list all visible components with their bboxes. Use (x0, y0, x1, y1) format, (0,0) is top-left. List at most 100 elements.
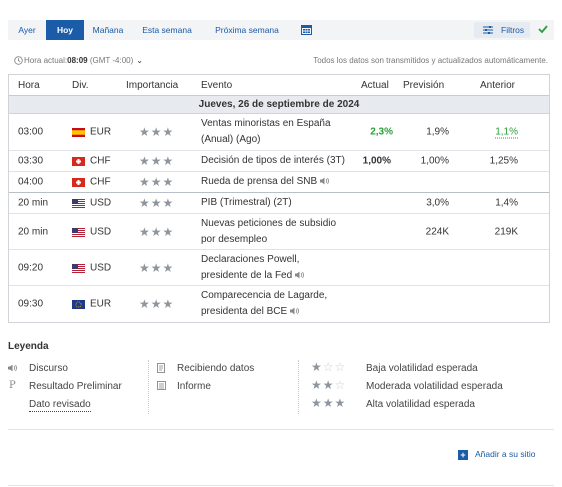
event-name[interactable]: Nuevas peticiones de subsidio por desempl… (201, 216, 366, 248)
actual-value: 1,00% (362, 155, 391, 167)
report-icon (157, 381, 166, 390)
usa-flag-icon (72, 263, 85, 273)
legend-informe: Informe (177, 381, 211, 392)
col-anterior: Anterior (480, 80, 516, 91)
filters-label: Filtros (501, 25, 525, 35)
event-time: 09:20 (18, 262, 44, 273)
col-evento: Evento (201, 80, 233, 91)
usa-flag-icon (72, 227, 85, 237)
col-hora: Hora (18, 80, 40, 91)
tab-esta-semana[interactable]: Esta semana (136, 20, 198, 40)
legend-discurso: Discurso (29, 363, 68, 374)
forecast-value: 3,0% (426, 197, 449, 209)
chevron-down-icon[interactable]: ⌄ (136, 56, 143, 65)
importance-stars: ★★★ (139, 154, 175, 168)
forecast-value: 1,00% (420, 155, 449, 167)
switzerland-flag-icon (72, 157, 85, 166)
time-prefix: Hora actual: (24, 56, 68, 65)
currency: EUR (90, 298, 112, 310)
importance-stars: ★★★ (139, 297, 175, 311)
economic-calendar-table: Hora Div. Importancia Evento Actual Prev… (8, 74, 550, 323)
event-line-2: presidenta del BCE (201, 306, 288, 317)
tab-hoy[interactable]: Hoy (46, 20, 84, 40)
actual-value: 2,3% (370, 126, 393, 138)
table-row[interactable]: 03:00 EUR ★★★ Ventas minoristas en Españ… (9, 114, 549, 151)
add-to-site-button[interactable]: + Añadir a su sitio (458, 448, 535, 460)
table-row[interactable]: 20 min USD ★★★ Nuevas peticiones de subs… (9, 214, 549, 250)
current-time[interactable]: Hora actual:08:09 (GMT -4:00) ⌄ (14, 55, 143, 67)
importance-stars: ★★★ (139, 260, 175, 275)
event-name[interactable]: Declaraciones Powell, presidente de la Fe… (201, 252, 366, 284)
legend-moderada: Moderada volatilidad esperada (366, 381, 503, 392)
low-volatility-stars: ★☆☆ (311, 360, 347, 374)
add-to-site-label: Añadir a su sitio (475, 449, 536, 459)
preliminary-icon: P (9, 380, 16, 391)
event-name[interactable]: Ventas minoristas en España (Anual) (Ago) (201, 116, 366, 148)
filters-button[interactable]: Filtros (474, 22, 530, 38)
event-line-1: Decisión de tipos de interés (3T) (201, 155, 345, 166)
col-div: Div. (72, 80, 89, 91)
usa-flag-icon (72, 199, 85, 208)
spain-flag-icon (72, 128, 85, 137)
importance-stars: ★★★ (139, 196, 175, 210)
calendar-icon[interactable] (301, 24, 312, 35)
speaker-icon (8, 364, 17, 372)
eu-flag-icon (72, 300, 85, 309)
date-tabs: Ayer Hoy Mañana Esta semana Próxima sema… (8, 20, 554, 40)
table-header: Hora Div. Importancia Evento Actual Prev… (9, 75, 549, 96)
previous-value[interactable]: 1,1% (495, 126, 518, 139)
legend-title: Leyenda (8, 341, 49, 352)
event-line-1: Declaraciones Powell, (201, 253, 300, 265)
table-row[interactable]: 20 min USD ★★★ PIB (Trimestral) (2T) 3,0… (9, 193, 549, 214)
importance-stars: ★★★ (139, 125, 175, 139)
event-time: 09:30 (18, 298, 44, 310)
auto-update-notice: Todos los datos son transmitidos y actua… (313, 56, 548, 65)
document-icon (157, 363, 165, 373)
legend-divider (298, 360, 299, 414)
event-time: 20 min (18, 197, 49, 209)
legend-recibiendo-datos: Recibiendo datos (177, 363, 255, 374)
previous-value: 1,25% (489, 155, 518, 167)
speaker-icon (320, 177, 330, 185)
event-line-2: por desempleo (201, 233, 268, 245)
clock-icon (14, 56, 23, 65)
plus-icon: + (458, 450, 468, 460)
event-line-1: Comparecencia de Lagarde, (201, 290, 328, 301)
importance-stars: ★★★ (139, 175, 175, 189)
event-line-1: Rueda de prensa del SNB (201, 176, 318, 187)
event-name[interactable]: Decisión de tipos de interés (3T) (201, 153, 366, 169)
previous-value: 219K (494, 226, 518, 237)
currency: EUR (90, 126, 112, 138)
table-row[interactable]: 03:30 CHF ★★★ Decisión de tipos de inter… (9, 151, 549, 172)
check-icon[interactable] (538, 24, 548, 34)
high-volatility-stars: ★★★ (311, 396, 347, 410)
speaker-icon (295, 271, 305, 278)
event-name[interactable]: PIB (Trimestral) (2T) (201, 195, 366, 211)
event-time: 20 min (18, 226, 49, 237)
legend-dato-revisado: Dato revisado (29, 399, 91, 412)
event-name[interactable]: Comparecencia de Lagarde, presidenta del … (201, 288, 366, 320)
separator (8, 485, 554, 486)
table-row[interactable]: 09:30 EUR ★★★ Comparecencia de Lagarde, p… (9, 286, 549, 322)
legend-alta: Alta volatilidad esperada (366, 399, 475, 410)
event-line-1: Ventas minoristas en España (201, 118, 331, 129)
legend-baja: Baja volatilidad esperada (366, 363, 478, 374)
table-row[interactable]: 09:20 USD ★★★ Declaraciones Powell, presi… (9, 250, 549, 286)
tab-proxima-semana[interactable]: Próxima semana (208, 20, 286, 40)
event-time: 04:00 (18, 176, 44, 188)
col-prevision: Previsión (403, 80, 445, 91)
tab-manana[interactable]: Mañana (84, 20, 132, 40)
currency: CHF (90, 155, 111, 167)
forecast-value: 224K (425, 226, 449, 237)
currency: USD (90, 197, 112, 209)
forecast-value: 1,9% (426, 126, 449, 138)
speaker-icon (290, 307, 300, 315)
event-time: 03:30 (18, 155, 44, 167)
table-row[interactable]: 04:00 CHF ★★★ Rueda de prensa del SNB (9, 172, 549, 193)
event-name[interactable]: Rueda de prensa del SNB (201, 174, 366, 190)
separator (8, 429, 554, 430)
col-importancia: Importancia (126, 80, 179, 91)
tab-ayer[interactable]: Ayer (8, 20, 46, 40)
legend-resultado-preliminar: Resultado Preliminar (29, 381, 122, 392)
timezone: (GMT -4:00) (89, 56, 134, 65)
